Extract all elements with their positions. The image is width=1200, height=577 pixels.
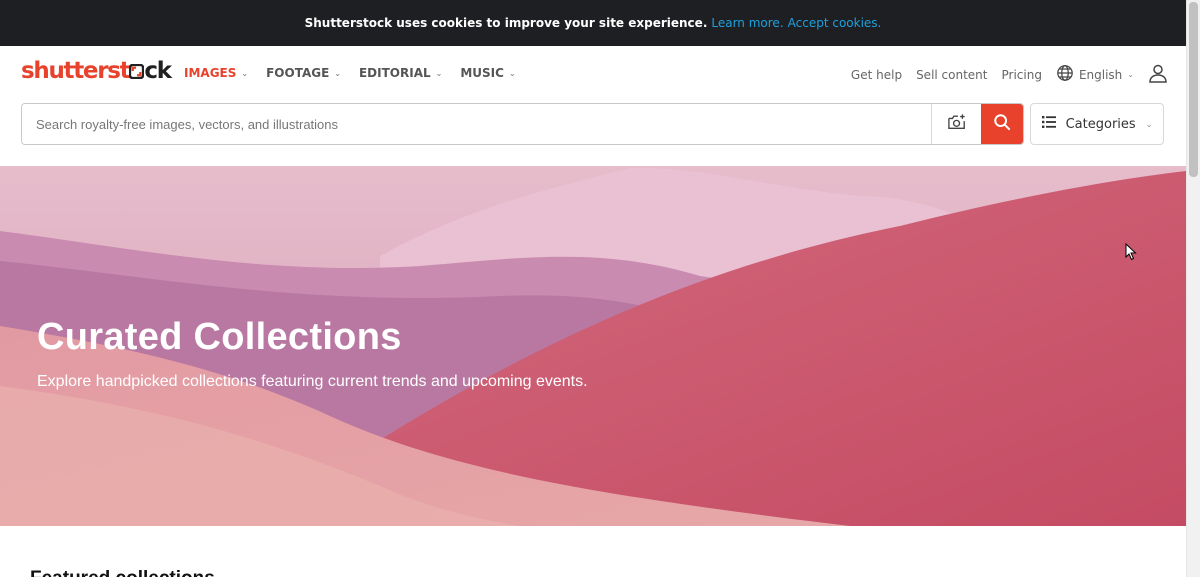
nav-editorial-label: EDITORIAL (358, 66, 431, 80)
language-selector[interactable]: English ⌄ (1056, 64, 1134, 85)
nav-images-label: IMAGES (184, 66, 237, 80)
pricing-link[interactable]: Pricing (1002, 68, 1042, 82)
nav-footage-label: FOOTAGE (266, 66, 330, 80)
list-icon (1041, 116, 1056, 132)
chevron-down-icon: ⌄ (334, 68, 341, 78)
categories-label: Categories (1065, 116, 1136, 132)
page-scrollbar[interactable] (1186, 0, 1200, 577)
categories-button[interactable]: Categories ⌄ (1030, 103, 1164, 145)
get-help-link[interactable]: Get help (851, 68, 902, 82)
chevron-down-icon: ⌄ (508, 68, 516, 78)
hero-banner: Curated Collections Explore handpicked c… (0, 166, 1186, 526)
chevron-down-icon: ⌄ (1145, 119, 1153, 129)
featured-collections-heading: Featured collections (30, 568, 215, 577)
utility-nav: Get help Sell content Pricing English ⌄ (851, 63, 1168, 86)
logo-o-icon (129, 58, 145, 84)
nav-footage[interactable]: FOOTAGE ⌄ (266, 66, 341, 80)
nav-editorial[interactable]: EDITORIAL ⌄ (359, 66, 442, 80)
hero-subtitle: Explore handpicked collections featuring… (37, 373, 588, 390)
cookie-banner: Shutterstock uses cookies to improve you… (0, 0, 1186, 46)
mouse-cursor-icon (1125, 242, 1137, 265)
search-button[interactable] (981, 104, 1023, 144)
main-nav: IMAGES ⌄ FOOTAGE ⌄ EDITORIAL ⌄ MUSIC ⌄ (184, 66, 516, 80)
learn-more-link[interactable]: Learn more. (711, 16, 783, 30)
logo-text-part1: shutterst (21, 58, 131, 84)
nav-music[interactable]: MUSIC ⌄ (460, 66, 515, 80)
language-label: English (1078, 67, 1123, 82)
sell-content-link[interactable]: Sell content (916, 68, 987, 82)
camera-plus-icon (947, 113, 967, 135)
cookie-message: Shutterstock uses cookies to improve you… (304, 16, 708, 30)
accept-cookies-link[interactable]: Accept cookies. (788, 16, 882, 30)
search-input[interactable] (22, 104, 931, 144)
hero-title: Curated Collections (37, 316, 402, 358)
nav-music-label: MUSIC (460, 66, 504, 80)
user-account-icon[interactable] (1148, 63, 1168, 86)
search-bar (21, 103, 1024, 145)
chevron-down-icon: ⌄ (1127, 70, 1134, 79)
nav-images[interactable]: IMAGES ⌄ (184, 66, 248, 80)
globe-icon (1056, 64, 1074, 85)
chevron-down-icon: ⌄ (435, 68, 443, 78)
logo-text-part2: ck (144, 58, 172, 84)
shutterstock-logo[interactable]: shutterst ck (21, 58, 172, 84)
scrollbar-thumb[interactable] (1189, 2, 1198, 177)
search-by-image-button[interactable] (931, 104, 981, 144)
search-icon (993, 113, 1011, 135)
site-header: shutterst ck IMAGES ⌄ FOOTAGE ⌄ EDITORIAL… (0, 46, 1186, 101)
chevron-down-icon: ⌄ (241, 68, 249, 78)
